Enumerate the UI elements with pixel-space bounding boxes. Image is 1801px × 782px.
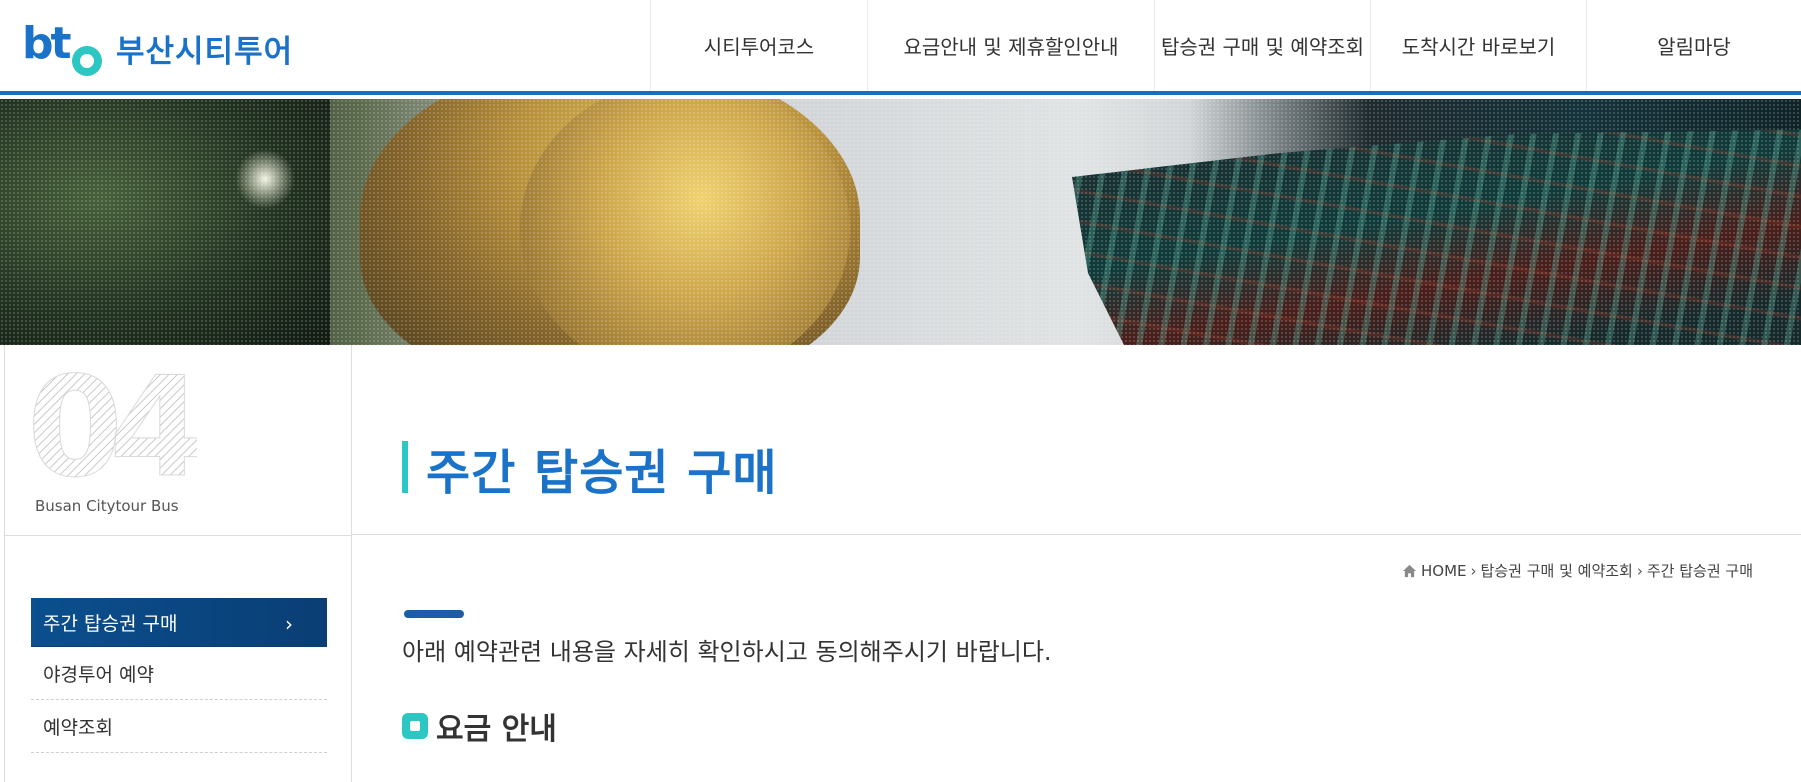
breadcrumb: HOME › 탑승권 구매 및 예약조회 › 주간 탑승권 구매 [1402, 560, 1753, 581]
sidebar-item-label: 주간 탑승권 구매 [43, 612, 178, 635]
logo-circle-icon [72, 46, 102, 76]
logo-mark-text: bt [22, 18, 72, 69]
section-heading: 요금 안내 [402, 704, 557, 748]
page-title-area: 주간 탑승권 구매 [352, 345, 1801, 535]
sidebar-item-night-tour[interactable]: 야경투어 예약 [31, 647, 327, 700]
chevron-right-icon: › [285, 612, 293, 636]
nav-item-ticket[interactable]: 탑승권 구매 및 예약조회 [1154, 0, 1370, 91]
section-number-graphic: 04 [27, 363, 197, 483]
breadcrumb-home[interactable]: HOME [1421, 562, 1467, 580]
main-content: HOME › 탑승권 구매 및 예약조회 › 주간 탑승권 구매 아래 예약관련… [352, 536, 1801, 782]
main-nav: 시티투어코스 요금안내 및 제휴할인안내 탑승권 구매 및 예약조회 도착시간 … [650, 0, 1801, 91]
breadcrumb-level1[interactable]: 탑승권 구매 및 예약조회 [1481, 560, 1633, 581]
banner-dot-pattern [0, 99, 1801, 345]
sidebar-item-weekly-ticket[interactable]: 주간 탑승권 구매 › [31, 598, 327, 647]
nav-item-notice[interactable]: 알림마당 [1586, 0, 1801, 91]
svg-text:04: 04 [27, 363, 197, 483]
sidebar-item-label: 야경투어 예약 [43, 663, 154, 686]
sidebar-caption: Busan Citytour Bus [35, 497, 179, 515]
breadcrumb-current: 주간 탑승권 구매 [1646, 562, 1753, 580]
chevron-right-icon: › [1470, 561, 1477, 580]
square-bullet-icon [402, 713, 428, 739]
page-title: 주간 탑승권 구매 [426, 445, 778, 501]
logo-text: 부산시티투어 [116, 33, 294, 70]
chevron-right-icon: › [1636, 561, 1643, 580]
hero-banner [0, 99, 1801, 345]
site-logo[interactable]: bt 부산시티투어 [22, 18, 294, 76]
sidebar-item-reservation-check[interactable]: 예약조회 [31, 700, 327, 753]
sidebar-item-label: 예약조회 [43, 716, 113, 739]
logo-mark: bt [22, 18, 104, 76]
nav-item-course[interactable]: 시티투어코스 [650, 0, 867, 91]
sidebar-menu: 주간 탑승권 구매 › 야경투어 예약 예약조회 [31, 598, 327, 753]
intro-accent-line [404, 610, 464, 618]
title-accent-bar [402, 441, 408, 493]
nav-item-arrival[interactable]: 도착시간 바로보기 [1370, 0, 1586, 91]
intro-text: 아래 예약관련 내용을 자세히 확인하시고 동의해주시기 바랍니다. [402, 638, 1052, 666]
section-title: 요금 안내 [436, 712, 557, 747]
nav-item-fare[interactable]: 요금안내 및 제휴할인안내 [867, 0, 1154, 91]
home-icon [1402, 564, 1417, 577]
sidebar: 주간 탑승권 구매 › 야경투어 예약 예약조회 [4, 535, 352, 782]
sidebar-header: 04 Busan Citytour Bus [4, 345, 352, 535]
site-header: bt 부산시티투어 시티투어코스 요금안내 및 제휴할인안내 탑승권 구매 및 … [0, 0, 1801, 95]
